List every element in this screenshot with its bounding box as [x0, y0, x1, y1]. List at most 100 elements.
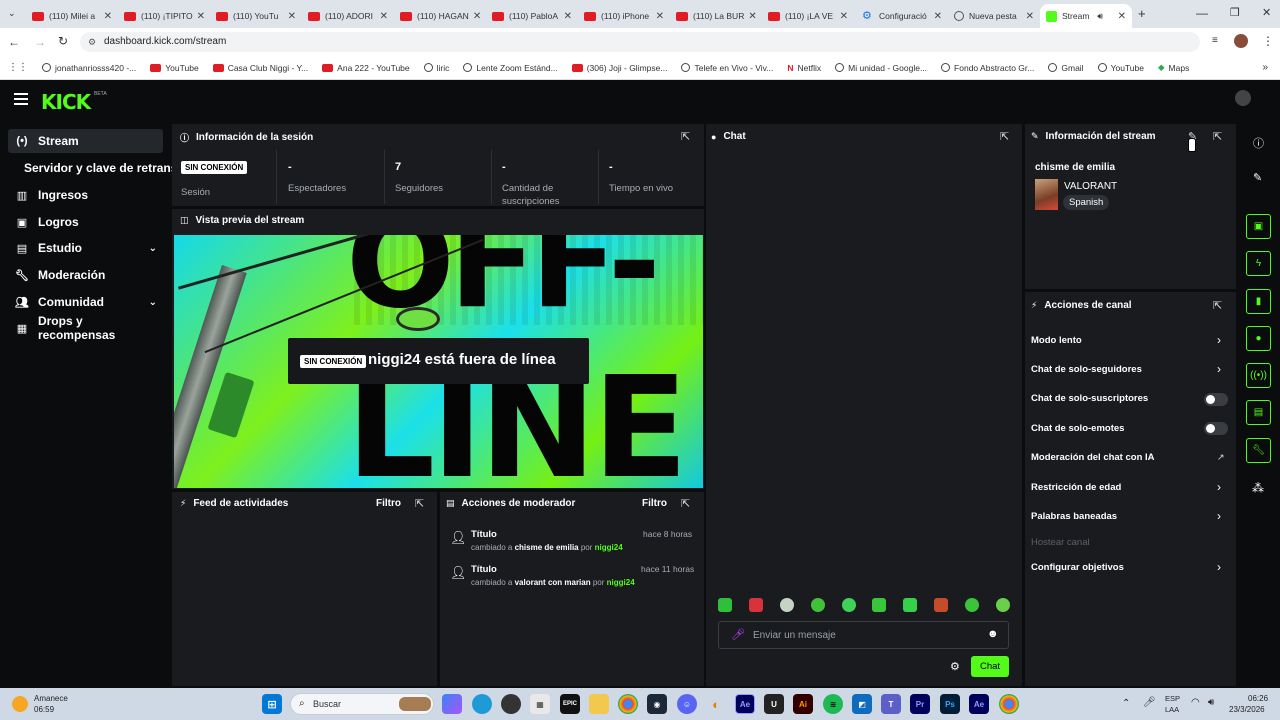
clip-icon[interactable]: ▣: [1246, 214, 1271, 239]
emote-icon[interactable]: [779, 598, 794, 612]
bookmark[interactable]: N Netflix: [787, 63, 821, 73]
emote-icon[interactable]: [995, 598, 1010, 612]
store-icon[interactable]: ▦: [530, 694, 550, 714]
steam-icon[interactable]: ◉: [647, 694, 667, 714]
filter-button[interactable]: Filtro: [376, 498, 401, 509]
chevron-right-icon[interactable]: ›: [1217, 333, 1221, 347]
microphone-icon[interactable]: 🎤︎: [1143, 697, 1156, 708]
chat-settings-icon[interactable]: ⚙: [950, 660, 960, 673]
close-icon[interactable]: ✕: [1022, 11, 1034, 22]
unreal-icon[interactable]: U: [764, 694, 784, 714]
chrome-icon[interactable]: [618, 694, 638, 714]
popout-icon[interactable]: ⇱: [681, 497, 690, 510]
copilot-icon[interactable]: [442, 694, 462, 714]
discord-icon[interactable]: ☺: [677, 694, 697, 714]
detail-user[interactable]: niggi24: [595, 543, 623, 552]
speaker-icon[interactable]: 🔊︎: [1208, 697, 1214, 708]
close-icon[interactable]: ✕: [744, 11, 756, 22]
server-icon[interactable]: ▤: [1246, 400, 1271, 425]
teams-icon[interactable]: T: [881, 694, 901, 714]
user-avatar[interactable]: [1235, 90, 1251, 106]
emoji-icon[interactable]: ☻: [987, 628, 999, 640]
close-icon[interactable]: ✕: [930, 11, 942, 22]
popout-icon[interactable]: ⇱: [1000, 130, 1009, 143]
broadcast-icon[interactable]: ((•)): [1246, 363, 1271, 388]
chevron-down-icon[interactable]: ⌄: [149, 297, 157, 308]
browser-tab[interactable]: (110) PabloA ✕: [486, 4, 578, 28]
sidebar-item-moderation[interactable]: 🔧︎ Moderación: [8, 263, 163, 287]
emote-icon[interactable]: [810, 598, 825, 612]
speaker-icon[interactable]: 🔊︎: [1097, 11, 1103, 22]
ai-moderation-row[interactable]: Moderación del chat con IA: [1031, 452, 1155, 463]
file-explorer-icon[interactable]: [589, 694, 609, 714]
after-effects-icon[interactable]: Ae: [969, 694, 989, 714]
browser-tab[interactable]: (110) iPhone ✕: [578, 4, 670, 28]
new-tab-icon[interactable]: +: [1138, 6, 1146, 21]
followers-only-row[interactable]: Chat de solo-seguidores: [1031, 364, 1142, 375]
blender-icon[interactable]: ◐: [706, 694, 726, 714]
browser-tab[interactable]: (110) YouTu ✕: [210, 4, 302, 28]
close-icon[interactable]: ✕: [193, 11, 205, 22]
microphone-icon[interactable]: 🎤︎: [731, 628, 745, 641]
external-link-icon[interactable]: ↗: [1217, 452, 1225, 463]
bookmark[interactable]: Mi unidad - Google...: [835, 63, 927, 73]
sidebar-item-community[interactable]: 👥︎ Comunidad ⌄: [8, 290, 163, 314]
bookmark[interactable]: (306) Joji - Glimpse...: [571, 63, 667, 73]
close-icon[interactable]: ✕: [284, 11, 296, 22]
emote-icon[interactable]: [872, 598, 887, 612]
clock-date[interactable]: 23/3/2026: [1229, 705, 1265, 714]
more-bookmarks-icon[interactable]: »: [1262, 62, 1268, 73]
close-icon[interactable]: ✕: [1114, 11, 1126, 22]
bookmark[interactable]: jonathanriosss420 -...: [42, 63, 136, 73]
maximize-icon[interactable]: ❐: [1230, 6, 1240, 19]
browser-tab[interactable]: (110) ADORI ✕: [302, 4, 394, 28]
menu-icon[interactable]: ⋮: [1262, 34, 1274, 48]
age-restriction-row[interactable]: Restricción de edad: [1031, 482, 1121, 493]
detail-user[interactable]: niggi24: [607, 578, 635, 587]
site-info-icon[interactable]: ⚙: [88, 32, 96, 52]
taskbar-search[interactable]: ⌕ Buscar: [290, 693, 434, 715]
bookmark[interactable]: YouTube: [1097, 63, 1144, 73]
premiere-icon[interactable]: Pr: [910, 694, 930, 714]
emote-icon[interactable]: [841, 598, 856, 612]
window-close-icon[interactable]: ✕: [1262, 6, 1271, 19]
close-icon[interactable]: ✕: [836, 11, 848, 22]
bookmark[interactable]: Fondo Abstracto Gr...: [941, 63, 1034, 73]
emote-icon[interactable]: [718, 598, 732, 612]
tab-search-icon[interactable]: ⌄: [8, 8, 16, 19]
hamburger-menu-icon[interactable]: [14, 93, 28, 105]
bookmark[interactable]: YouTube: [150, 63, 199, 73]
emotes-only-toggle[interactable]: [1204, 422, 1228, 435]
browser-tab[interactable]: (110) ¡TIPITO ✕: [118, 4, 210, 28]
chat-input[interactable]: 🎤︎ Enviar un mensaje ☻: [718, 621, 1009, 649]
bookmark[interactable]: Casa Club Niggi - Y...: [212, 63, 308, 73]
popout-icon[interactable]: ⇱: [415, 497, 424, 510]
close-icon[interactable]: ✕: [652, 11, 664, 22]
sidebar-item-studio[interactable]: ▤ Estudio ⌄: [8, 236, 163, 260]
epic-games-icon[interactable]: EPIC: [560, 694, 580, 714]
clock-time[interactable]: 06:26: [1248, 694, 1268, 703]
chevron-right-icon[interactable]: ›: [1217, 560, 1221, 574]
close-icon[interactable]: ✕: [376, 11, 388, 22]
slow-mode-row[interactable]: Modo lento: [1031, 335, 1082, 346]
browser-tab[interactable]: Nueva pesta ✕: [948, 4, 1040, 28]
emote-icon[interactable]: [903, 598, 918, 612]
windows-start-icon[interactable]: ⊞: [262, 694, 282, 714]
wrench-icon[interactable]: 🔧︎: [1246, 438, 1271, 463]
browser-tab[interactable]: (110) La BUR ✕: [670, 4, 762, 28]
bookmark[interactable]: Ana 222 - YouTube: [322, 63, 410, 73]
illustrator-icon[interactable]: Ai: [793, 694, 813, 714]
goals-row[interactable]: Configurar objetivos: [1031, 562, 1124, 573]
keyboard-layout[interactable]: LAA: [1165, 705, 1179, 714]
sidebar-item-stream[interactable]: (•) Stream: [8, 129, 163, 153]
weather-icon[interactable]: [12, 696, 28, 712]
info-icon[interactable]: ⓘ: [1253, 135, 1264, 151]
sidebar-item-drops[interactable]: ▦ Drops y recompensas: [8, 314, 163, 342]
kick-logo[interactable]: KICK: [41, 90, 91, 114]
chat-bubble-icon[interactable]: ●: [1246, 326, 1271, 351]
apps-icon[interactable]: ⋮⋮: [8, 62, 28, 73]
chrome-icon[interactable]: [999, 694, 1019, 714]
chevron-right-icon[interactable]: ›: [1217, 480, 1221, 494]
browser-tab[interactable]: (110) HAGAN ✕: [394, 4, 486, 28]
language-indicator[interactable]: ESP: [1165, 694, 1180, 703]
